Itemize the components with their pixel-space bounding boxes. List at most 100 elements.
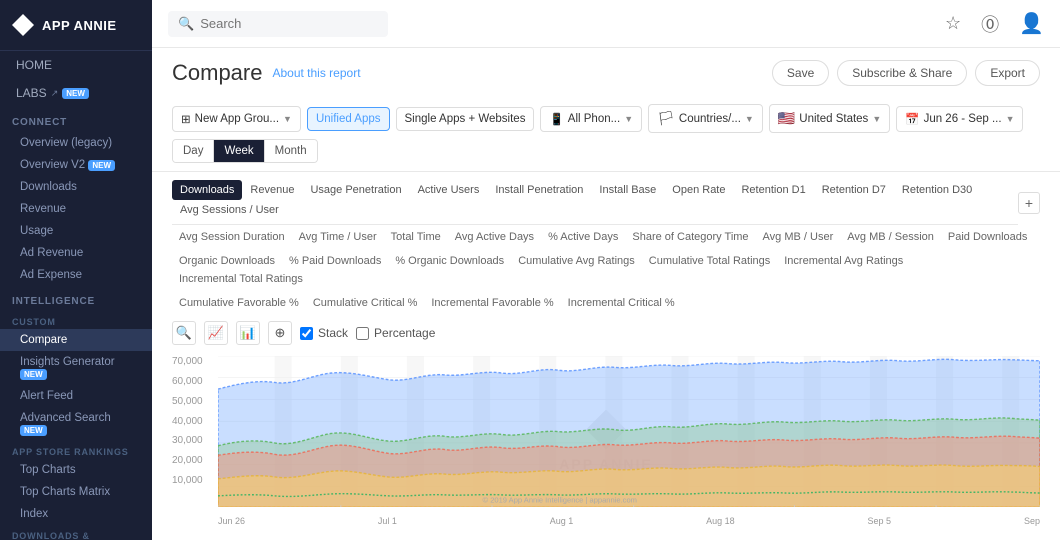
metric-avg-session-duration[interactable]: Avg Session Duration: [172, 228, 292, 246]
export-button[interactable]: Export: [975, 60, 1040, 86]
subscribe-share-button[interactable]: Subscribe & Share: [837, 60, 967, 86]
metric-incremental-favorable[interactable]: Incremental Favorable %: [424, 294, 560, 312]
countries-filter[interactable]: 🏳 Countries/... ▼: [648, 104, 763, 133]
sidebar-item-insights-generator[interactable]: Insights Generator NEW: [0, 351, 152, 385]
advanced-search-badge: NEW: [20, 425, 47, 436]
metric-active-users[interactable]: Active Users: [410, 180, 488, 200]
downloads-revenue-label: DOWNLOADS & REVENUE: [0, 525, 152, 540]
bar-chart-btn[interactable]: 📊: [236, 321, 260, 345]
percentage-checkbox[interactable]: [356, 327, 369, 340]
add-metric-btn[interactable]: +: [1018, 192, 1040, 214]
title-group: Compare About this report: [172, 60, 361, 86]
chart-svg: © 2019 App Annie Intelligence | appannie…: [218, 356, 1040, 507]
metric-pct-paid-downloads[interactable]: % Paid Downloads: [282, 252, 388, 270]
metric-cumulative-total-ratings[interactable]: Cumulative Total Ratings: [642, 252, 777, 270]
sidebar-item-top-charts[interactable]: Top Charts: [0, 459, 152, 481]
sidebar-item-compare[interactable]: Compare: [0, 329, 152, 351]
metric-open-rate[interactable]: Open Rate: [664, 180, 733, 200]
user-icon[interactable]: 👤: [1019, 11, 1044, 36]
metric-pct-active-days[interactable]: % Active Days: [541, 228, 625, 246]
country-filter[interactable]: 🇺🇸 United States ▼: [769, 104, 890, 133]
y-label-50k: 50,000: [172, 396, 203, 407]
stack-label[interactable]: Stack: [318, 326, 348, 340]
sidebar-item-home[interactable]: HOME: [0, 51, 152, 79]
metric-install-penetration[interactable]: Install Penetration: [487, 180, 591, 200]
sidebar-item-overview-legacy[interactable]: Overview (legacy): [0, 132, 152, 154]
percentage-label[interactable]: Percentage: [374, 326, 435, 340]
search-box[interactable]: 🔍: [168, 11, 388, 37]
help-icon[interactable]: ⓪: [981, 11, 999, 37]
metric-install-base[interactable]: Install Base: [591, 180, 664, 200]
metric-incremental-total-ratings[interactable]: Incremental Total Ratings: [172, 270, 310, 288]
month-btn[interactable]: Month: [265, 140, 317, 162]
calendar-icon: 📅: [905, 112, 919, 126]
caret-icon: ▼: [283, 114, 292, 124]
metric-downloads[interactable]: Downloads: [172, 180, 242, 200]
day-btn[interactable]: Day: [173, 140, 214, 162]
header-actions: Save Subscribe & Share Export: [772, 60, 1040, 86]
add-data-btn[interactable]: ⊕: [268, 321, 292, 345]
caret-icon-3: ▼: [745, 114, 754, 124]
about-link[interactable]: About this report: [272, 66, 360, 80]
metric-avg-mb-user[interactable]: Avg MB / User: [756, 228, 841, 246]
app-logo: APP ANNIE: [0, 0, 152, 51]
caret-icon-4: ▼: [872, 114, 881, 124]
unified-apps-label: Unified Apps: [316, 113, 381, 125]
week-btn[interactable]: Week: [214, 140, 264, 162]
sidebar-item-ad-expense[interactable]: Ad Expense: [0, 264, 152, 286]
sidebar-item-usage[interactable]: Usage: [0, 220, 152, 242]
y-label-20k: 20,000: [172, 455, 203, 466]
save-button[interactable]: Save: [772, 60, 829, 86]
metric-usage-penetration[interactable]: Usage Penetration: [302, 180, 409, 200]
new-app-group-filter[interactable]: ⊞ New App Grou... ▼: [172, 106, 301, 132]
search-input[interactable]: [200, 16, 360, 31]
external-link-icon: ↗: [51, 88, 59, 99]
topbar: 🔍 ☆ ⓪ 👤: [152, 0, 1060, 48]
sidebar-item-top-charts-matrix[interactable]: Top Charts Matrix: [0, 481, 152, 503]
x-label-aug1: Aug 1: [550, 516, 574, 526]
metric-avg-mb-session[interactable]: Avg MB / Session: [840, 228, 941, 246]
percentage-toggle: Percentage: [356, 326, 435, 340]
unified-apps-filter[interactable]: Unified Apps: [307, 107, 390, 131]
metric-avg-time-user[interactable]: Avg Time / User: [292, 228, 384, 246]
flag-icon: 🏳: [657, 110, 675, 127]
y-label-70k: 70,000: [172, 356, 203, 367]
custom-subsection-label: CUSTOM: [0, 311, 152, 329]
sidebar-item-downloads[interactable]: Downloads: [0, 176, 152, 198]
phone-filter[interactable]: 📱 All Phon... ▼: [540, 106, 642, 132]
metric-incremental-critical[interactable]: Incremental Critical %: [561, 294, 682, 312]
metric-cumulative-avg-ratings[interactable]: Cumulative Avg Ratings: [511, 252, 642, 270]
diamond-icon: [12, 14, 34, 36]
metrics-row-2: Avg Session Duration Avg Time / User Tot…: [172, 225, 1040, 249]
metric-share-category-time[interactable]: Share of Category Time: [625, 228, 755, 246]
metric-total-time[interactable]: Total Time: [384, 228, 448, 246]
metric-incremental-avg-ratings[interactable]: Incremental Avg Ratings: [777, 252, 910, 270]
metric-organic-downloads[interactable]: Organic Downloads: [172, 252, 282, 270]
metric-cumulative-critical[interactable]: Cumulative Critical %: [306, 294, 425, 312]
metric-cumulative-favorable[interactable]: Cumulative Favorable %: [172, 294, 306, 312]
metric-pct-organic-downloads[interactable]: % Organic Downloads: [388, 252, 511, 270]
metric-avg-active-days[interactable]: Avg Active Days: [448, 228, 541, 246]
metric-avg-sessions-user[interactable]: Avg Sessions / User: [172, 200, 287, 220]
sidebar-item-advanced-search[interactable]: Advanced Search NEW: [0, 407, 152, 441]
zoom-btn[interactable]: 🔍: [172, 321, 196, 345]
page-title: Compare: [172, 60, 262, 86]
metric-retention-d30[interactable]: Retention D30: [894, 180, 980, 200]
sidebar-item-alert-feed[interactable]: Alert Feed: [0, 385, 152, 407]
line-chart-btn[interactable]: 📈: [204, 321, 228, 345]
metric-retention-d1[interactable]: Retention D1: [733, 180, 813, 200]
date-range-filter[interactable]: 📅 Jun 26 - Sep ... ▼: [896, 106, 1023, 132]
time-granularity-group: Day Week Month: [172, 139, 318, 163]
sidebar-item-index[interactable]: Index: [0, 503, 152, 525]
star-icon[interactable]: ☆: [945, 13, 961, 34]
stack-checkbox[interactable]: [300, 327, 313, 340]
sidebar-item-labs[interactable]: LABS ↗ NEW: [0, 79, 152, 107]
metric-revenue[interactable]: Revenue: [242, 180, 302, 200]
metric-retention-d7[interactable]: Retention D7: [814, 180, 894, 200]
sidebar-item-ad-revenue[interactable]: Ad Revenue: [0, 242, 152, 264]
metric-paid-downloads[interactable]: Paid Downloads: [941, 228, 1035, 246]
sidebar-item-overview-v2[interactable]: Overview V2 NEW: [0, 154, 152, 176]
chart-container: APP ANNIE 70,000 60,000 50,000 40,000 30…: [172, 351, 1040, 530]
single-apps-filter[interactable]: Single Apps + Websites: [396, 107, 535, 131]
sidebar-item-revenue[interactable]: Revenue: [0, 198, 152, 220]
